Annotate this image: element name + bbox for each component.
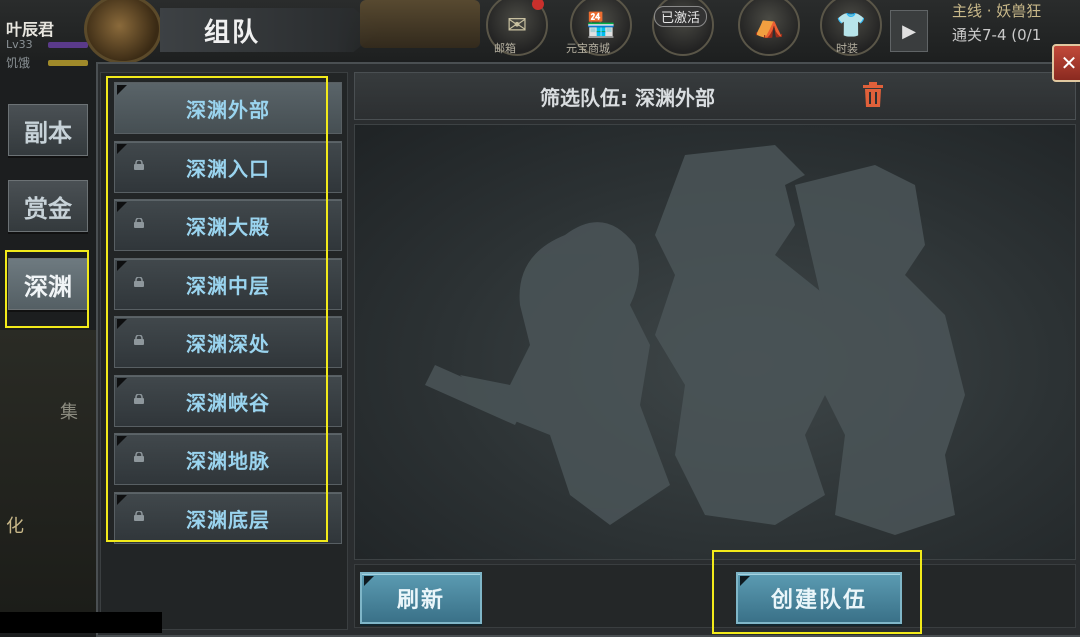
tab-abyss[interactable]: 深渊 (8, 258, 88, 310)
refresh-label: 刷新 (396, 588, 445, 613)
corner-decoration (117, 202, 127, 212)
outfit-label: 时装 (836, 42, 858, 55)
decor-book (360, 0, 480, 48)
tab-dungeon[interactable]: 副本 (8, 104, 88, 156)
lock-icon (134, 452, 144, 462)
lock-icon (134, 394, 144, 404)
corner-decoration (117, 378, 127, 388)
trash-icon[interactable] (862, 82, 884, 108)
dungeon-item[interactable]: 深渊深处 (114, 316, 342, 368)
dungeon-item[interactable]: 深渊峡谷 (114, 375, 342, 427)
screen-corner (0, 612, 162, 633)
mail-label: 邮箱 (494, 42, 516, 55)
player-name: 叶辰君 (6, 20, 55, 39)
create-team-button[interactable]: 创建队伍 (736, 572, 902, 624)
lock-icon (134, 160, 144, 170)
corner-decoration (364, 576, 374, 586)
lock-icon (134, 218, 144, 228)
dungeon-item[interactable]: 深渊中层 (114, 258, 342, 310)
corner-decoration (117, 261, 127, 271)
dungeon-label: 深渊大殿 (186, 214, 270, 239)
dungeon-label: 深渊底层 (186, 507, 270, 532)
filter-header (354, 72, 1076, 120)
activated-badge: 已激活 (654, 6, 708, 27)
expand-arrow-icon[interactable]: ▶ (890, 10, 928, 52)
corner-decoration (117, 495, 127, 505)
dungeon-item[interactable]: 深渊入口 (114, 141, 342, 193)
create-team-label: 创建队伍 (770, 588, 867, 613)
quest-progress: 通关7-4 (0/1 (952, 26, 1042, 44)
team-silhouette-illustration (425, 145, 965, 535)
player-level: Lv33 (6, 38, 33, 51)
dungeon-item[interactable]: 深渊地脉 (114, 433, 342, 485)
background-glyph: 化 (6, 516, 24, 537)
shop-label: 元宝商城 (566, 42, 610, 55)
window-title: 组队 (204, 18, 261, 48)
dungeon-item[interactable]: 深渊底层 (114, 492, 342, 544)
lock-icon (134, 277, 144, 287)
dungeon-label: 深渊深处 (186, 331, 270, 356)
corner-decoration (117, 436, 127, 446)
dungeon-label: 深渊入口 (186, 156, 270, 181)
filter-label: 筛选队伍: 深渊外部 (540, 86, 715, 110)
team-list-area (354, 124, 1076, 560)
tab-bounty[interactable]: 赏金 (8, 180, 88, 232)
dungeon-item[interactable]: 深渊外部 (114, 82, 342, 134)
dungeon-label: 深渊地脉 (186, 448, 270, 473)
corner-decoration (117, 319, 127, 329)
refresh-button[interactable]: 刷新 (360, 572, 482, 624)
corner-decoration (117, 144, 127, 154)
lock-icon (134, 511, 144, 521)
dungeon-label: 深渊峡谷 (186, 390, 270, 415)
background-glyph: 集 (60, 402, 78, 423)
dungeon-item[interactable]: 深渊大殿 (114, 199, 342, 251)
hunger-bar (48, 60, 88, 66)
background-scene (0, 330, 100, 633)
title-banner (160, 8, 380, 52)
hunger-label: 饥饿 (6, 56, 31, 70)
corner-decoration (117, 85, 127, 95)
corner-decoration (740, 576, 750, 586)
dungeon-label: 深渊中层 (186, 273, 270, 298)
quest-title[interactable]: 主线 · 妖兽狂 (952, 0, 1041, 21)
dungeon-label: 深渊外部 (186, 97, 270, 122)
close-icon[interactable]: ✕ (1052, 44, 1080, 82)
exp-bar (48, 42, 88, 48)
lock-icon (134, 335, 144, 345)
